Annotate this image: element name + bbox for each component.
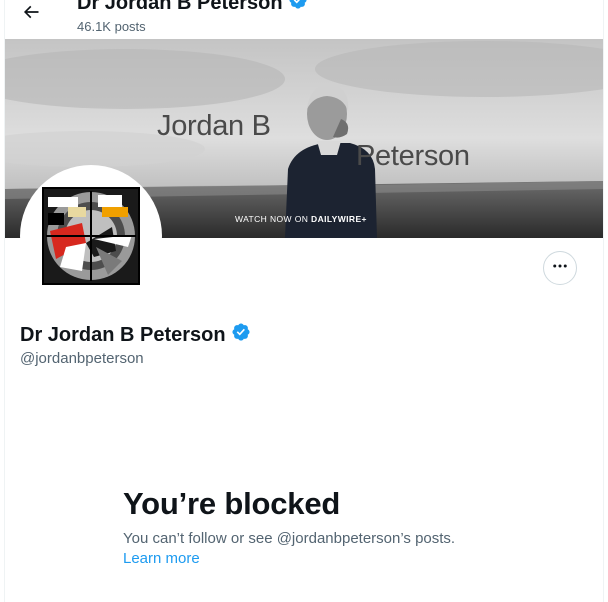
column-border-right	[603, 0, 604, 602]
banner-watch-caption: WATCH NOW ON DAILYWIRE+	[235, 214, 367, 224]
watch-prefix: WATCH NOW ON	[235, 214, 312, 224]
verified-badge-icon[interactable]	[231, 322, 251, 348]
header-name-text: Dr Jordan B Peterson	[77, 0, 283, 14]
top-header: Dr Jordan B Peterson 46.1K posts	[5, 0, 603, 39]
blocked-description: You can’t follow or see @jordanbpeterson…	[123, 530, 456, 547]
arrow-left-icon	[21, 2, 41, 27]
watch-brand: DAILYWIRE+	[311, 214, 367, 224]
header-title: Dr Jordan B Peterson	[77, 0, 308, 16]
learn-more-link[interactable]: Learn more	[123, 550, 200, 568]
avatar[interactable]	[20, 165, 162, 307]
profile-page: Dr Jordan B Peterson 46.1K posts Jordan …	[0, 0, 608, 602]
avatar-logo-icon	[40, 185, 142, 287]
profile-name-text: Dr Jordan B Peterson	[20, 324, 226, 346]
more-horizontal-icon	[551, 257, 569, 280]
more-options-button[interactable]	[543, 251, 577, 285]
verified-badge-icon	[288, 0, 308, 16]
profile-display-name: Dr Jordan B Peterson	[20, 322, 251, 348]
banner-title-line1: Jordan B	[157, 110, 271, 142]
post-count: 46.1K posts	[77, 19, 146, 34]
back-button[interactable]	[19, 2, 43, 26]
profile-handle: @jordanbpeterson	[20, 350, 144, 367]
banner-title-line2: Peterson	[356, 140, 470, 172]
blocked-title: You’re blocked	[123, 486, 341, 521]
